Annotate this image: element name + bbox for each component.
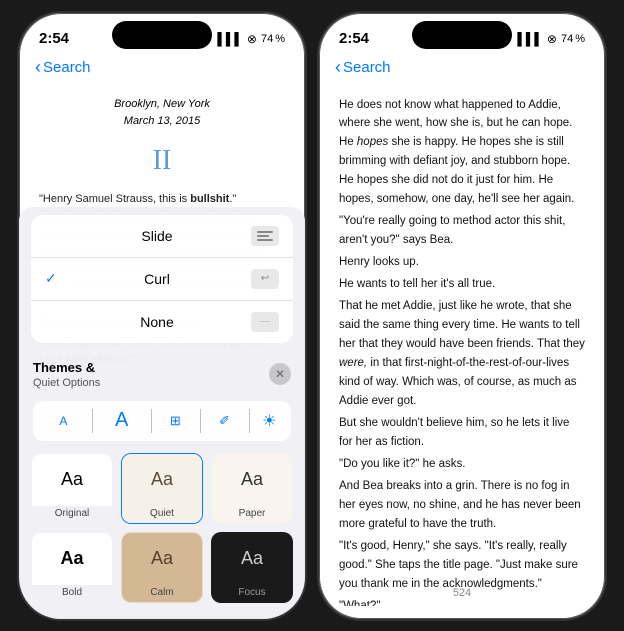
theme-card-focus[interactable]: Aa Focus <box>211 532 293 603</box>
font-decrease-button[interactable]: A <box>47 405 79 437</box>
slide-option-curl[interactable]: ✓ Curl ↩ <box>31 258 293 301</box>
theme-label-focus: Focus <box>212 585 292 602</box>
nav-bar-right: ‹ Search <box>319 57 605 86</box>
font-family-button[interactable]: ⊞ <box>164 409 187 433</box>
theme-preview-focus: Aa <box>212 533 292 585</box>
theme-grid: Aa Original Aa Quiet Aa Paper Aa Bold Aa <box>19 449 305 619</box>
theme-preview-quiet: Aa <box>122 454 202 506</box>
back-label-right: Search <box>343 59 391 76</box>
back-label-left: Search <box>43 59 91 76</box>
theme-preview-bold: Aa <box>32 533 112 585</box>
back-button-left[interactable]: ‹ Search <box>35 57 91 78</box>
theme-label-calm: Calm <box>122 585 202 602</box>
slide-option-none[interactable]: None — <box>31 301 293 343</box>
close-button[interactable]: ✕ <box>269 363 291 385</box>
font-separator-2 <box>151 409 152 433</box>
chevron-left-icon-right: ‹ <box>335 57 341 78</box>
chevron-left-icon: ‹ <box>35 57 41 78</box>
page-number: 524 <box>319 587 605 599</box>
check-icon-curl: ✓ <box>45 270 63 287</box>
chapter-number: II <box>39 139 285 184</box>
phones-container: 2:54 ▌▌▌ ⊗ 74 % ‹ Search Brooklyn, New Y… <box>17 11 607 621</box>
curl-icon: ↩ <box>251 269 279 289</box>
wifi-icon: ⊗ <box>247 32 257 46</box>
time-left: 2:54 <box>39 30 69 47</box>
dynamic-island-left <box>112 21 212 49</box>
brightness-icon[interactable]: ☀ <box>262 411 276 431</box>
slide-option-slide[interactable]: Slide <box>31 215 293 258</box>
theme-card-calm[interactable]: Aa Calm <box>121 532 203 603</box>
themes-header: Themes & Quiet Options ✕ <box>19 351 305 393</box>
reading-content: He does not know what happened to Addie,… <box>319 86 605 606</box>
font-separator-1 <box>92 409 93 433</box>
font-controls-bar: A A ⊞ ✐ ☀ <box>33 401 291 441</box>
slide-option-label: Slide <box>141 228 172 244</box>
quiet-options-label: Quiet Options <box>33 377 100 389</box>
book-header: Brooklyn, New York March 13, 2015 <box>39 96 285 131</box>
back-button-right[interactable]: ‹ Search <box>335 57 391 78</box>
font-style-button[interactable]: ✐ <box>213 409 236 433</box>
slide-options-menu: Slide ✓ Curl ↩ <box>31 215 293 343</box>
theme-card-bold[interactable]: Aa Bold <box>31 532 113 603</box>
battery-icon-left: 74 % <box>261 33 285 45</box>
theme-label-quiet: Quiet <box>122 506 202 523</box>
font-separator-3 <box>200 409 201 433</box>
theme-preview-calm: Aa <box>122 533 202 585</box>
none-icon: — <box>251 312 279 332</box>
theme-label-bold: Bold <box>32 585 112 602</box>
signal-icon: ▌▌▌ <box>217 32 243 46</box>
none-option-label: None <box>140 314 173 330</box>
time-right: 2:54 <box>339 30 369 47</box>
curl-option-label: Curl <box>144 271 170 287</box>
battery-icon-right: 74 % <box>561 33 585 45</box>
status-icons-right: ▌▌▌ ⊗ 74 % <box>517 32 585 46</box>
signal-icon-right: ▌▌▌ <box>517 32 543 46</box>
right-phone: 2:54 ▌▌▌ ⊗ 74 % ‹ Search He does not kno… <box>317 11 607 621</box>
font-size-controls: A A ⊞ ✐ ☀ <box>19 393 305 449</box>
theme-card-original[interactable]: Aa Original <box>31 453 113 524</box>
themes-title: Themes & <box>33 360 95 375</box>
nav-bar-left: ‹ Search <box>19 57 305 86</box>
reading-text: He does not know what happened to Addie,… <box>339 96 585 606</box>
status-icons-left: ▌▌▌ ⊗ 74 % <box>217 32 285 46</box>
theme-label-original: Original <box>32 506 112 523</box>
theme-card-quiet[interactable]: Aa Quiet <box>121 453 203 524</box>
left-phone: 2:54 ▌▌▌ ⊗ 74 % ‹ Search Brooklyn, New Y… <box>17 11 307 621</box>
wifi-icon-right: ⊗ <box>547 32 557 46</box>
dynamic-island-right <box>412 21 512 49</box>
slide-icon <box>251 226 279 246</box>
overlay-panel: Slide ✓ Curl ↩ <box>19 207 305 619</box>
font-separator-4 <box>249 409 250 433</box>
theme-card-paper[interactable]: Aa Paper <box>211 453 293 524</box>
theme-preview-original: Aa <box>32 454 112 506</box>
theme-label-paper: Paper <box>212 506 292 523</box>
theme-preview-paper: Aa <box>212 454 292 506</box>
font-increase-button[interactable]: A <box>106 405 138 437</box>
